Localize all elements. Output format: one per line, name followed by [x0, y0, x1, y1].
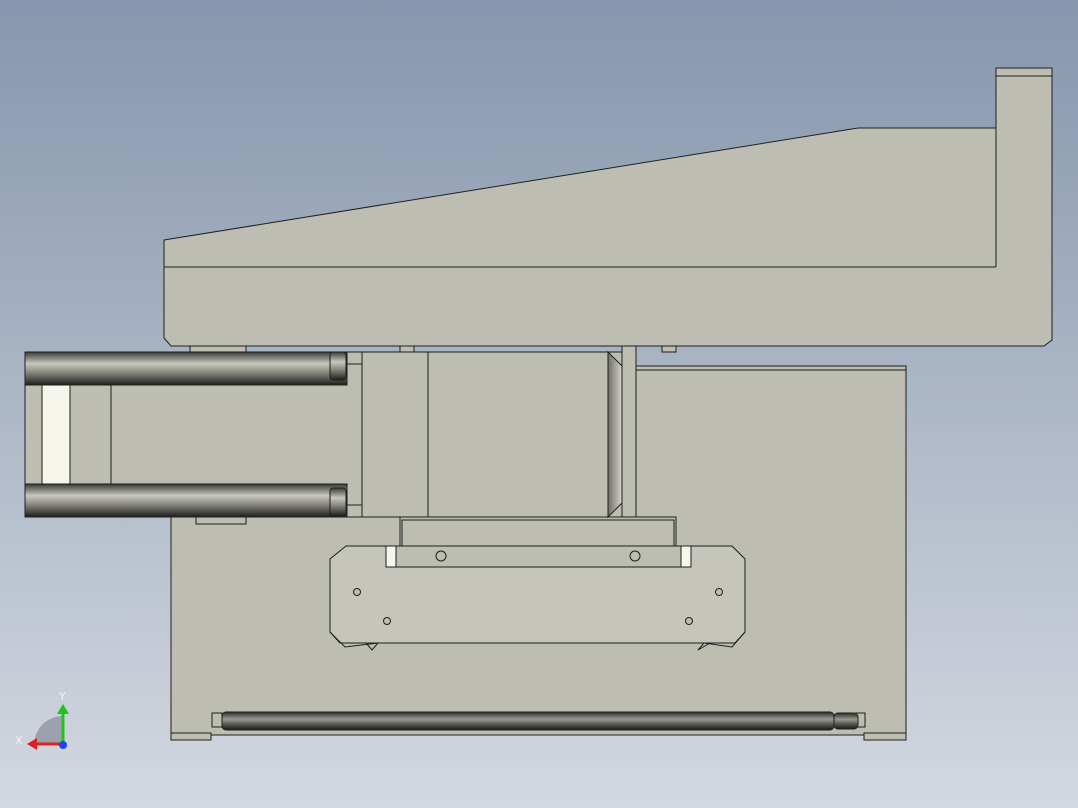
- base-foot-left: [170, 732, 212, 741]
- triad-x-label: X: [15, 734, 23, 747]
- bracket-hole-2: [629, 550, 641, 562]
- bracket-slot: [385, 545, 692, 568]
- arm-rod-top[interactable]: [24, 351, 348, 386]
- bracket-hole-4: [715, 588, 723, 596]
- triad-z-axis: [59, 741, 67, 749]
- arm-rod-bottom-collar: [346, 504, 363, 518]
- bracket-pin-right: [680, 545, 692, 568]
- arm-bottom-tab: [195, 516, 247, 525]
- arm-rod-bottom[interactable]: [24, 483, 348, 518]
- arm-rod-top-end: [329, 351, 347, 381]
- arm-rod-bottom-end: [329, 487, 347, 517]
- shaft-collar-right: [833, 712, 859, 730]
- triad-y-label: Y: [58, 690, 66, 703]
- cad-viewport[interactable]: Y X: [0, 0, 1078, 808]
- tab-mid: [399, 345, 415, 353]
- bracket-hole-1: [435, 550, 447, 562]
- arm-rod-top-collar: [346, 351, 363, 365]
- bottom-shaft[interactable]: [221, 711, 835, 731]
- top-housing-cap: [995, 67, 1053, 77]
- cylinder-chamfer: [607, 350, 623, 519]
- bracket-pin-left: [385, 545, 397, 568]
- bracket-hole-5: [383, 617, 391, 625]
- base-foot-right: [863, 732, 907, 741]
- bracket-hole-3: [353, 588, 361, 596]
- tab-left: [189, 345, 247, 353]
- cylinder-body[interactable]: [361, 351, 623, 518]
- tab-right: [661, 345, 677, 353]
- shaft-bracket-left: [211, 712, 223, 728]
- bracket-hole-6: [685, 617, 693, 625]
- arm-slot-highlight: [41, 384, 71, 485]
